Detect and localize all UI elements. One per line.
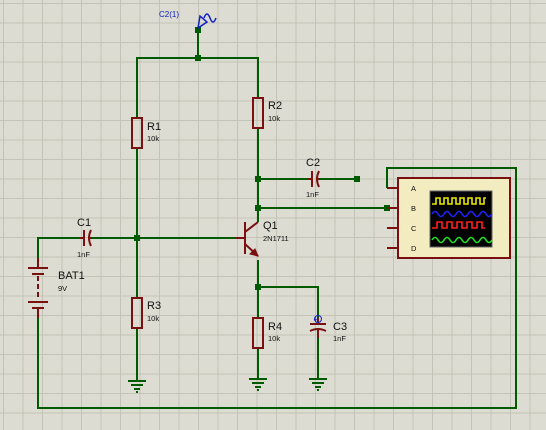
circuit-schematic: C2(1) R1 10k R2 10k R3 10k R4 10k C1 1nF… bbox=[28, 10, 517, 409]
c3-value: 1nF bbox=[333, 334, 346, 343]
channel-c-label: C bbox=[411, 224, 417, 233]
c2-ref: C2 bbox=[306, 157, 320, 169]
ground-symbol-r4 bbox=[249, 378, 267, 391]
transistor-q1[interactable]: Q1 2N1711 bbox=[236, 220, 289, 257]
oscilloscope[interactable]: A B C D bbox=[387, 177, 511, 259]
resistor-r2[interactable]: R2 10k bbox=[252, 97, 282, 129]
r1-ref: R1 bbox=[147, 121, 161, 133]
capacitor-c2[interactable]: C2 1nF bbox=[306, 157, 320, 199]
channel-a-label: A bbox=[411, 184, 416, 193]
junction-dot bbox=[134, 235, 140, 241]
r1-value: 10k bbox=[147, 134, 159, 143]
bat1-value: 9V bbox=[58, 284, 67, 293]
probe-arrow-icon bbox=[196, 14, 209, 30]
junction-dot bbox=[255, 176, 261, 182]
ground-symbol-c3 bbox=[309, 378, 327, 391]
resistor-r3[interactable]: R3 10k bbox=[131, 297, 161, 329]
junctions bbox=[134, 27, 390, 290]
wire-left-input bbox=[37, 237, 80, 258]
ground-symbol-r3 bbox=[128, 380, 146, 393]
junction-dot bbox=[354, 176, 360, 182]
q1-value: 2N1711 bbox=[263, 234, 289, 243]
c3-ref: C3 bbox=[333, 321, 347, 333]
r2-value: 10k bbox=[268, 114, 280, 123]
r4-ref: R4 bbox=[268, 321, 282, 333]
r2-ref: R2 bbox=[268, 100, 282, 112]
battery-bat1[interactable]: BAT1 9V bbox=[28, 258, 85, 318]
capacitor-c3[interactable]: + C3 1nF bbox=[309, 315, 347, 343]
c1-value: 1nF bbox=[77, 250, 90, 259]
junction-dot bbox=[255, 284, 261, 290]
r3-value: 10k bbox=[147, 314, 159, 323]
wire-top-rail bbox=[136, 57, 259, 118]
wire-emitter-to-c3 bbox=[258, 286, 319, 318]
probe-label: C2(1) bbox=[159, 10, 179, 19]
channel-b-label: B bbox=[411, 204, 416, 213]
channel-d-label: D bbox=[411, 244, 417, 253]
r4-value: 10k bbox=[268, 334, 280, 343]
c2-value: 1nF bbox=[306, 190, 319, 199]
c1-ref: C1 bbox=[77, 217, 91, 229]
r3-ref: R3 bbox=[147, 300, 161, 312]
junction-dot bbox=[255, 205, 261, 211]
resistor-r4[interactable]: R4 10k bbox=[252, 317, 282, 349]
junction-dot bbox=[195, 55, 201, 61]
voltage-probe[interactable]: C2(1) bbox=[159, 10, 217, 30]
bat1-ref: BAT1 bbox=[58, 270, 85, 282]
q1-ref: Q1 bbox=[263, 220, 278, 232]
resistor-r1[interactable]: R1 10k bbox=[131, 117, 161, 149]
